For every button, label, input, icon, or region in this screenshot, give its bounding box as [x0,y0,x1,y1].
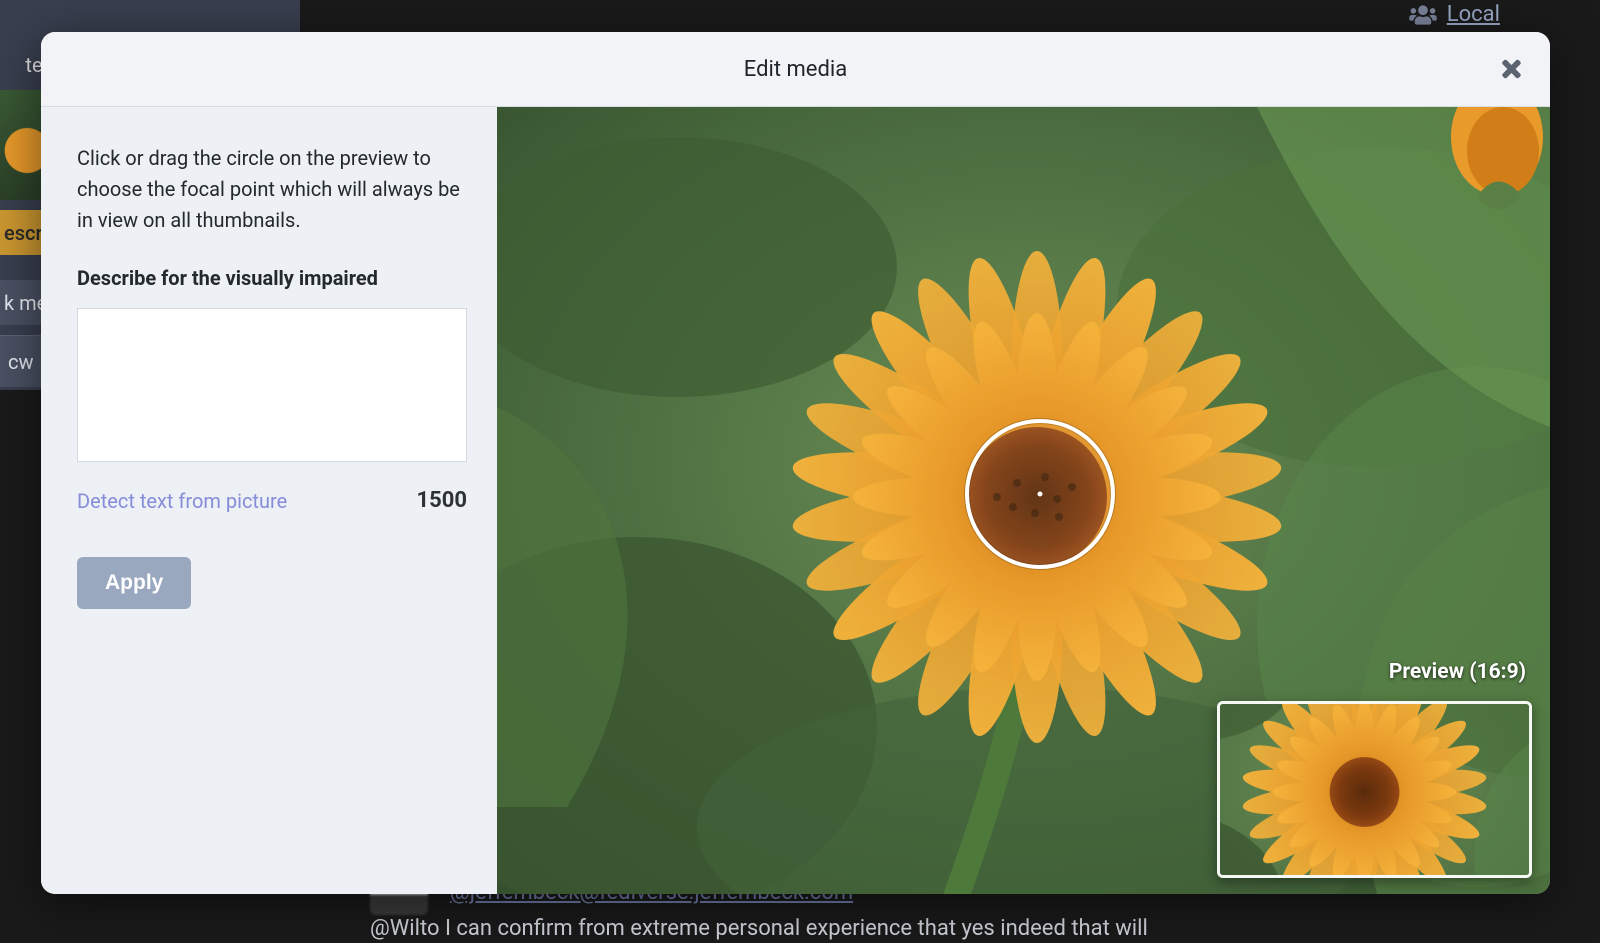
nav-local-label: Local [1447,2,1500,27]
alt-text-footer-row: Detect text from picture 1500 [77,488,467,513]
close-icon [1499,57,1523,81]
modal-title: Edit media [744,57,847,82]
close-button[interactable] [1494,52,1528,86]
character-count: 1500 [417,488,468,513]
focal-point-instructions: Click or drag the circle on the preview … [77,143,461,236]
preview-thumbnail-image [1220,704,1529,875]
side-panel: Click or drag the circle on the preview … [41,107,497,894]
edit-media-modal: Edit media Click or drag the circle on t… [41,32,1550,894]
preview-thumbnail [1217,701,1532,878]
alt-text-input[interactable] [77,308,467,462]
alt-text-label: Describe for the visually impaired [77,266,378,290]
users-icon [1409,4,1437,26]
detect-text-link[interactable]: Detect text from picture [77,489,287,513]
modal-body: Click or drag the circle on the preview … [41,107,1550,894]
image-preview-area[interactable]: Preview (16:9) [497,107,1550,894]
modal-header: Edit media [41,32,1550,107]
nav-local-link[interactable]: Local [1409,2,1500,27]
apply-button[interactable]: Apply [77,557,191,609]
bg-post-text: @Wilto I can confirm from extreme person… [370,916,1148,941]
preview-thumb-label: Preview (16:9) [1389,660,1526,684]
focal-point-handle[interactable] [965,419,1115,569]
